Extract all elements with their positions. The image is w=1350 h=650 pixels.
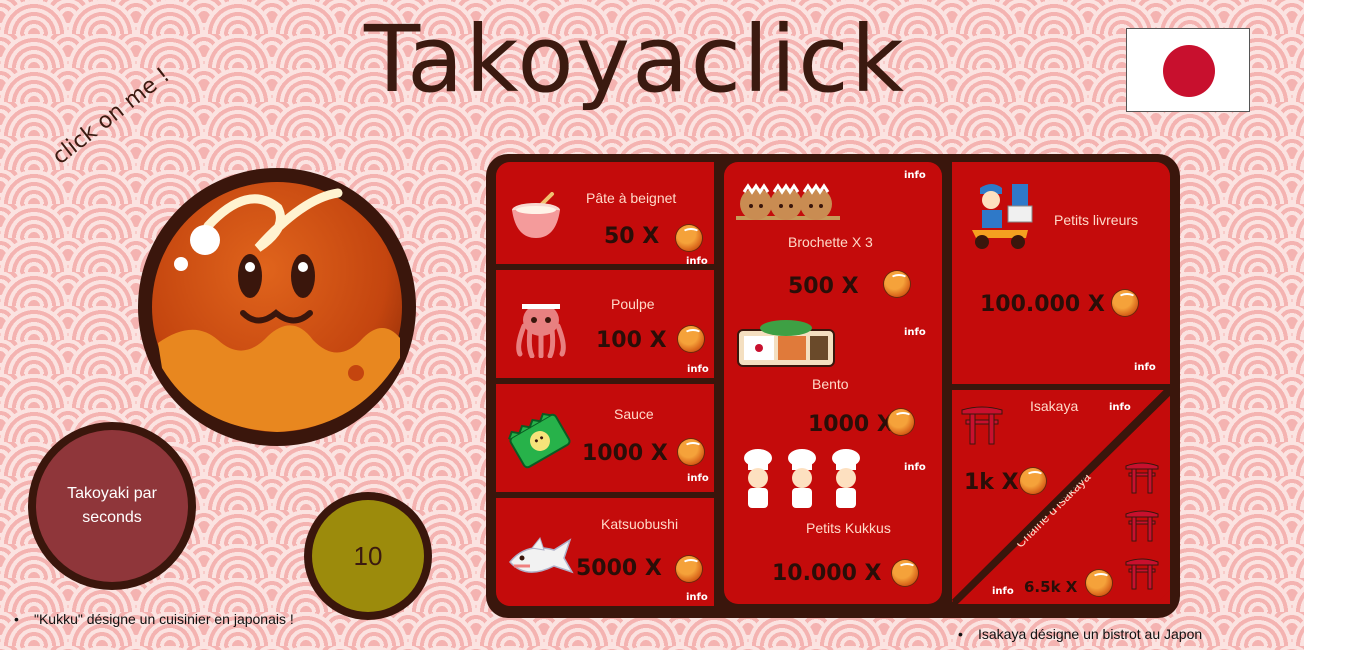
upgrade-price: 1000 X bbox=[808, 412, 894, 437]
tps-label: Takoyaki par seconds bbox=[36, 430, 188, 582]
upgrade-shop: Pâte à beignet 50 X info Poulpe 100 X in… bbox=[486, 154, 1180, 618]
chefs-icon bbox=[744, 449, 860, 508]
upgrade-card-katsuobushi[interactable]: Katsuobushi 5000 X info bbox=[496, 498, 714, 606]
sauce-packet-icon bbox=[508, 412, 571, 469]
takoyaki-face-icon bbox=[152, 182, 402, 432]
upgrade-name: Katsuobushi bbox=[601, 516, 679, 532]
upgrade-price: 50 X bbox=[604, 224, 660, 249]
info-button[interactable]: info bbox=[1134, 362, 1156, 373]
info-button[interactable]: info bbox=[686, 256, 708, 267]
takoyaki-count: 10 bbox=[312, 500, 424, 612]
takoyaki-coin-icon bbox=[678, 326, 704, 352]
info-button[interactable]: info bbox=[904, 462, 926, 473]
upgrade-name: Petits livreurs bbox=[1054, 212, 1139, 228]
delivery-scooter-icon bbox=[972, 184, 1033, 249]
takoyaki-coin-icon bbox=[892, 560, 918, 586]
page-title: Takoyaclick bbox=[363, 6, 906, 113]
upgrade-price: 1000 X bbox=[582, 441, 668, 466]
info-button[interactable]: info bbox=[904, 327, 926, 338]
upgrade-name: Petits Kukkus bbox=[806, 520, 891, 536]
upgrade-name: Bento bbox=[812, 376, 849, 392]
info-button[interactable]: info bbox=[687, 473, 709, 484]
batter-bowl-icon bbox=[512, 192, 560, 238]
upgrade-price: 500 X bbox=[788, 274, 859, 299]
diagonal-divider bbox=[952, 390, 1169, 604]
takoyaki-coin-icon bbox=[884, 271, 910, 297]
takoyaki-click-button[interactable] bbox=[138, 168, 416, 446]
upgrade-price: 10.000 X bbox=[772, 561, 882, 586]
bento-box-icon bbox=[737, 320, 835, 367]
takoyaki-coin-icon bbox=[676, 225, 702, 251]
japan-flag-icon bbox=[1126, 28, 1250, 112]
takoyaki-coin-icon bbox=[678, 439, 704, 465]
info-button[interactable]: info bbox=[904, 170, 926, 181]
takoyaki-skewer-icon bbox=[736, 183, 840, 220]
upgrade-card-delivery[interactable]: Petits livreurs 100.000 X info bbox=[952, 162, 1170, 384]
upgrade-price: 5000 X bbox=[576, 556, 662, 581]
info-button[interactable]: info bbox=[686, 592, 708, 603]
upgrade-name: Brochette X 3 bbox=[788, 234, 873, 250]
upgrade-price: 100.000 X bbox=[980, 292, 1105, 317]
takoyaki-coin-icon bbox=[1112, 290, 1138, 316]
upgrade-name: Poulpe bbox=[611, 296, 655, 312]
upgrade-price: 100 X bbox=[596, 328, 667, 353]
upgrade-name: Sauce bbox=[614, 406, 654, 422]
upgrade-card-octopus[interactable]: Poulpe 100 X info bbox=[496, 270, 714, 378]
takoyaki-coin-icon bbox=[676, 556, 702, 582]
info-button[interactable]: info bbox=[687, 364, 709, 375]
note-kukku: "Kukku" désigne un cuisinier en japonais… bbox=[14, 611, 294, 627]
upgrade-card-sauce[interactable]: Sauce 1000 X info bbox=[496, 384, 714, 492]
takoyaki-counter-panel: 10 bbox=[304, 492, 432, 620]
note-isakaya: Isakaya désigne un bistrot au Japon bbox=[958, 626, 1202, 642]
upgrade-name: Pâte à beignet bbox=[586, 190, 677, 206]
upgrade-card-batter[interactable]: Pâte à beignet 50 X info bbox=[496, 162, 714, 267]
octopus-icon bbox=[516, 304, 566, 358]
shark-icon bbox=[509, 536, 574, 574]
takoyaki-coin-icon bbox=[888, 409, 914, 435]
upgrade-column-middle: info Brochette X 3 500 X info Bento 1000… bbox=[724, 162, 942, 604]
takoyaki-per-second-panel: Takoyaki par seconds bbox=[28, 422, 196, 590]
